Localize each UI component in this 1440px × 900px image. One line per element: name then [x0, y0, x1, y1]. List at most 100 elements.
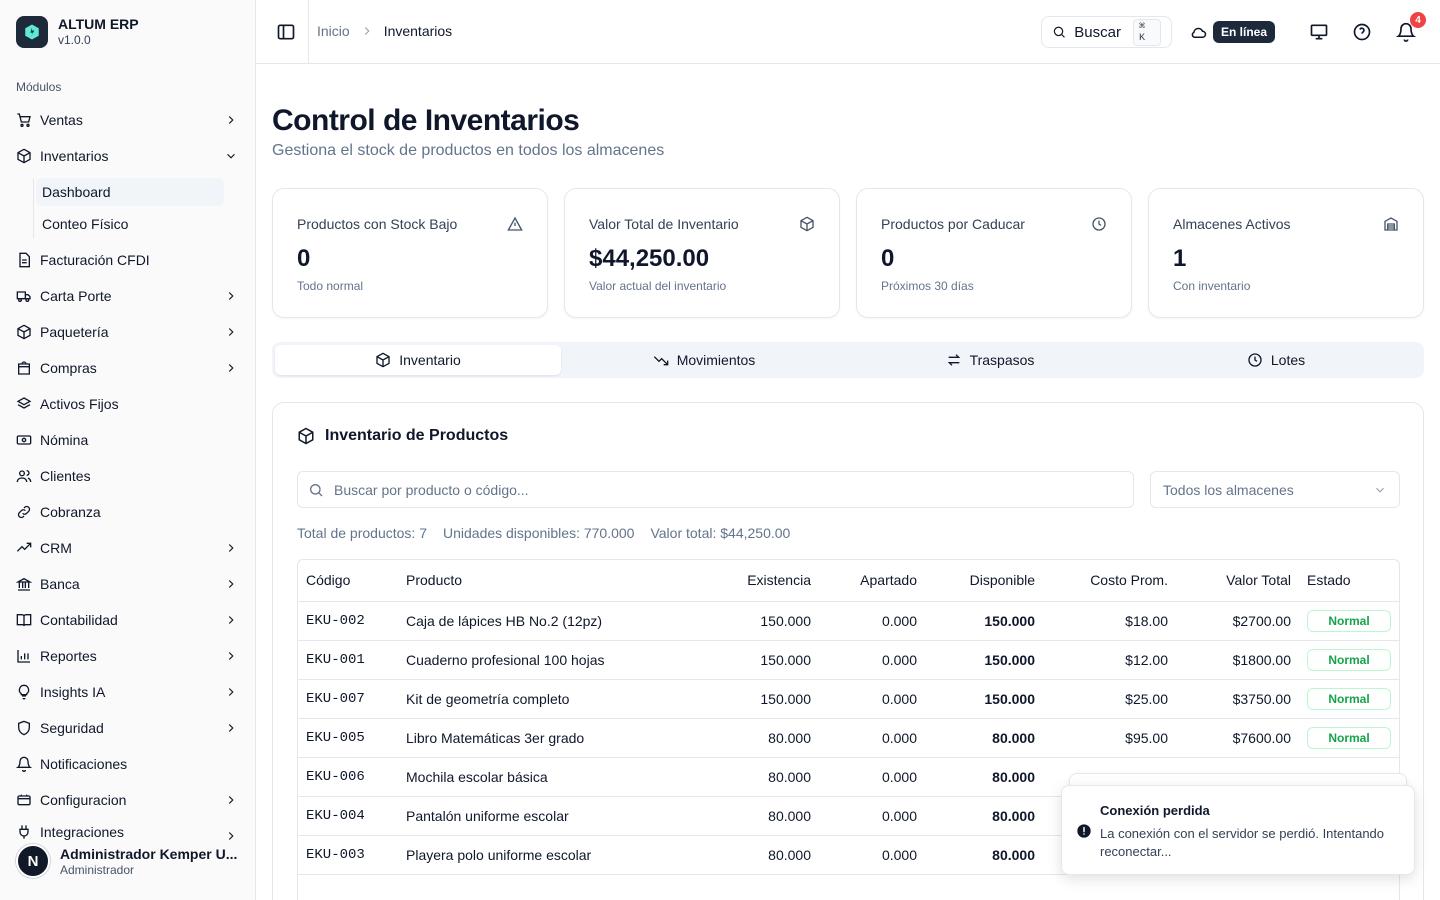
- sidebar-item-crm[interactable]: CRM: [8, 530, 248, 566]
- package-icon: [16, 324, 32, 340]
- brand-version: v1.0.0: [58, 33, 91, 47]
- sidebar-item-ventas[interactable]: Ventas: [8, 102, 248, 138]
- product-search-input[interactable]: [334, 481, 1114, 498]
- table-row[interactable]: EKU-007 Kit de geometría completo 150.000 0…: [298, 679, 1399, 719]
- table-cell: Pantalón uniforme escolar: [398, 796, 714, 836]
- stat-label: Total de productos:: [297, 525, 416, 541]
- table-cell: $25.00: [1043, 679, 1176, 719]
- sidebar-item-facturacion[interactable]: Facturación CFDI: [8, 242, 248, 278]
- status-badge: Normal: [1307, 687, 1391, 710]
- table-cell: Libro Matemáticas 3er grado: [398, 718, 714, 758]
- global-search-button[interactable]: Buscar ⌘ K: [1041, 16, 1172, 48]
- sidebar-item-activos-fijos[interactable]: Activos Fijos: [8, 386, 248, 422]
- help-icon[interactable]: [1352, 22, 1372, 42]
- header-divider: [308, 0, 309, 64]
- table-row[interactable]: EKU-005 Libro Matemáticas 3er grado 80.000…: [298, 718, 1399, 758]
- clock-icon: [1092, 217, 1106, 231]
- plug-icon: [16, 824, 32, 840]
- chevron-right-icon: [364, 27, 370, 35]
- tab-label: Inventario: [399, 352, 461, 368]
- sidebar-item-label: Activos Fijos: [40, 396, 119, 412]
- card-title: Productos por Caducar: [881, 216, 1025, 232]
- connection-lost-toast[interactable]: Conexión perdida La conexión con el serv…: [1061, 785, 1415, 875]
- status-cell: Normal: [1299, 640, 1399, 680]
- column-header-disponible[interactable]: Disponible: [925, 560, 1043, 602]
- sidebar-item-paqueteria[interactable]: Paquetería: [8, 314, 248, 350]
- table-cell: Cuaderno profesional 100 hojas: [398, 640, 714, 680]
- brand[interactable]: ALTUM ERP v1.0.0: [16, 16, 139, 48]
- user-name: Administrador Kemper U...: [60, 846, 238, 862]
- table-row[interactable]: EKU-002 Caja de lápices HB No.2 (12pz) 150…: [298, 601, 1399, 641]
- monitor-icon[interactable]: [1309, 22, 1329, 42]
- brand-name: ALTUM ERP: [58, 16, 139, 32]
- alert-circle-icon: [1077, 824, 1091, 838]
- sidebar-item-nomina[interactable]: Nómina: [8, 422, 248, 458]
- table-cell: EKU-004: [298, 796, 398, 836]
- avatar: N: [16, 844, 50, 878]
- inventarios-submenu: Dashboard Conteo Físico: [33, 178, 248, 238]
- user-menu[interactable]: N Administrador Kemper U... Administrado…: [16, 844, 237, 878]
- column-header-costo[interactable]: Costo Prom.: [1043, 560, 1176, 602]
- chevron-down-icon: [1376, 487, 1384, 493]
- sidebar-item-label: Clientes: [40, 468, 91, 484]
- sidebar-item-banca[interactable]: Banca: [8, 566, 248, 602]
- column-header-apartado[interactable]: Apartado: [819, 560, 925, 602]
- table-cell: Caja de lápices HB No.2 (12pz): [398, 601, 714, 641]
- column-header-producto[interactable]: Producto: [398, 560, 714, 602]
- sidebar-item-seguridad[interactable]: Seguridad: [8, 710, 248, 746]
- table-row[interactable]: EKU-001 Cuaderno profesional 100 hojas 150…: [298, 640, 1399, 680]
- tab-traspasos[interactable]: Traspasos: [847, 345, 1133, 375]
- sidebar-item-notificaciones[interactable]: Notificaciones: [8, 746, 248, 782]
- sidebar-subitem-dashboard[interactable]: Dashboard: [36, 178, 224, 206]
- stat-available-units: Unidades disponibles: 770.000: [443, 525, 634, 541]
- breadcrumb-home[interactable]: Inicio: [317, 23, 350, 39]
- toast-message: La conexión con el servidor se perdió. I…: [1100, 826, 1385, 859]
- sidebar-item-clientes[interactable]: Clientes: [8, 458, 248, 494]
- tab-lotes[interactable]: Lotes: [1133, 345, 1419, 375]
- sidebar-subitem-conteo-fisico[interactable]: Conteo Físico: [36, 210, 224, 238]
- table-cell: 0.000: [819, 718, 925, 758]
- table-cell: 0.000: [819, 601, 925, 641]
- layers-icon: [16, 396, 32, 412]
- chevron-right-icon: [228, 328, 234, 336]
- tab-movimientos[interactable]: Movimientos: [561, 345, 847, 375]
- tabs-list: Inventario Movimientos Traspasos Lotes: [272, 342, 1424, 378]
- page-title: Control de Inventarios: [272, 104, 580, 137]
- tab-inventario[interactable]: Inventario: [275, 345, 561, 375]
- search-icon: [1053, 26, 1065, 38]
- table-cell: $95.00: [1043, 718, 1176, 758]
- sidebar-item-reportes[interactable]: Reportes: [8, 638, 248, 674]
- users-icon: [16, 468, 32, 484]
- search-label: Buscar: [1074, 23, 1121, 41]
- tab-label: Traspasos: [969, 352, 1035, 368]
- warehouse-select[interactable]: Todos los almacenes: [1150, 471, 1400, 508]
- panel-title: Inventario de Productos: [297, 427, 508, 445]
- table-cell: 80.000: [925, 757, 1043, 797]
- sidebar-item-inventarios[interactable]: Inventarios: [8, 138, 248, 174]
- clock-icon: [1248, 353, 1262, 367]
- column-header-existencia[interactable]: Existencia: [714, 560, 819, 602]
- table-header-row: Código Producto Existencia Apartado Disp…: [298, 560, 1399, 602]
- column-header-valor-total[interactable]: Valor Total: [1176, 560, 1299, 602]
- sidebar-item-integraciones[interactable]: Integraciones: [8, 818, 248, 846]
- column-header-estado[interactable]: Estado: [1299, 560, 1399, 602]
- table-cell: 150.000: [925, 679, 1043, 719]
- column-header-codigo[interactable]: Código: [298, 560, 398, 602]
- box-icon: [298, 427, 314, 445]
- sidebar-item-carta-porte[interactable]: Carta Porte: [8, 278, 248, 314]
- table-cell: 150.000: [714, 640, 819, 680]
- sidebar-item-cobranza[interactable]: Cobranza: [8, 494, 248, 530]
- box-icon: [376, 352, 390, 368]
- table-cell: Kit de geometría completo: [398, 679, 714, 719]
- chevron-right-icon: [228, 580, 234, 588]
- sidebar-item-configuracion[interactable]: Configuracion: [8, 782, 248, 818]
- sidebar-item-compras[interactable]: Compras: [8, 350, 248, 386]
- gear-icon: [16, 792, 32, 808]
- status-badge: Normal: [1307, 609, 1391, 632]
- table-cell: EKU-003: [298, 835, 398, 875]
- sidebar-item-contabilidad[interactable]: Contabilidad: [8, 602, 248, 638]
- user-role: Administrador: [60, 863, 135, 877]
- card-value: 0: [881, 245, 895, 272]
- sidebar-toggle-icon[interactable]: [276, 22, 296, 42]
- sidebar-item-insights-ia[interactable]: Insights IA: [8, 674, 248, 710]
